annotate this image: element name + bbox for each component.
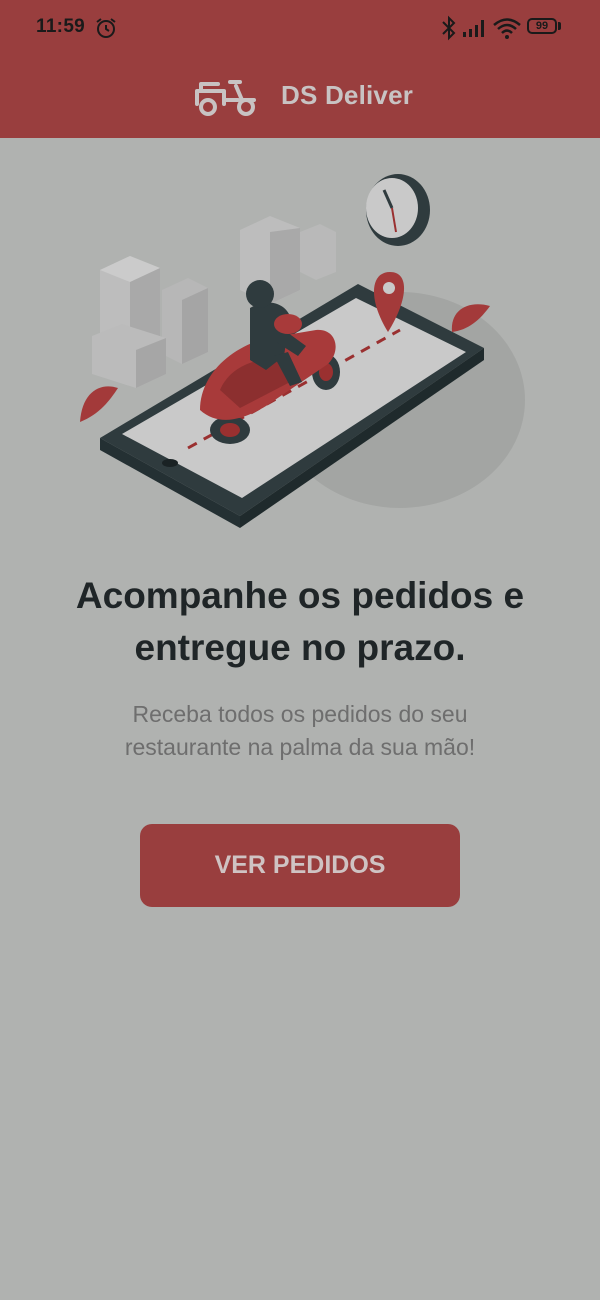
brand: DS Deliver: [0, 64, 600, 128]
wifi-icon: [493, 18, 521, 39]
view-orders-button[interactable]: VER PEDIDOS: [140, 824, 460, 907]
boxes-left: [92, 256, 208, 388]
battery-tip: [558, 22, 561, 30]
clock-icon: [366, 174, 430, 246]
leaf-left: [80, 386, 118, 422]
battery-icon: 99: [527, 18, 557, 34]
scooter-icon: [195, 80, 256, 116]
headline: Acompanhe os pedidos e entregue no prazo…: [30, 570, 570, 674]
bluetooth-icon: [442, 15, 456, 41]
headline-line-2: entregue no prazo.: [134, 627, 466, 668]
status-bar: 11:59 99: [0, 0, 600, 56]
delivery-scooter-on-phone-illustration: [80, 174, 525, 528]
signal-icon: [463, 20, 484, 37]
status-time: 11:59: [36, 16, 86, 37]
app-title: DS Deliver: [281, 80, 414, 110]
subtitle-line-2: restaurante na palma da sua mão!: [124, 734, 476, 760]
subtitle-line-1: Receba todos os pedidos do seu: [132, 701, 468, 727]
subtitle: Receba todos os pedidos do seu restauran…: [60, 698, 540, 764]
alarm-icon: [96, 18, 116, 38]
app-header: 11:59 99 DS Deliver: [0, 0, 600, 138]
headline-line-1: Acompanhe os pedidos e: [75, 575, 525, 616]
